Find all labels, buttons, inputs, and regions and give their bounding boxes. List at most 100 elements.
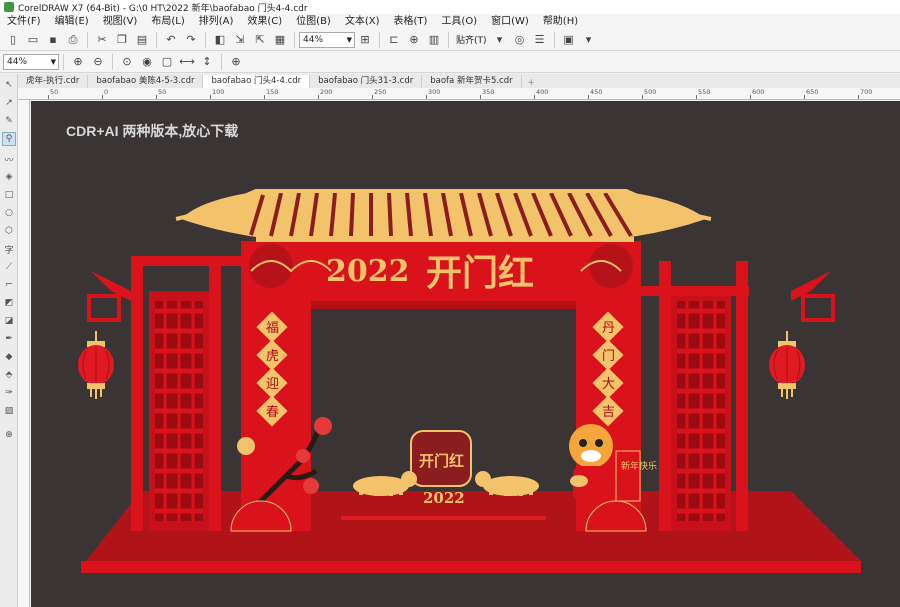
ruler-tick (642, 95, 643, 99)
temple-roof (175, 189, 712, 242)
ruler-label: 150 (266, 88, 279, 96)
new-icon[interactable]: ▯ (4, 31, 22, 49)
menu-help[interactable]: 帮助(H) (536, 14, 585, 29)
paste-icon[interactable]: ▤ (133, 31, 151, 49)
menu-view[interactable]: 视图(V) (96, 14, 145, 29)
menu-effects[interactable]: 效果(C) (240, 14, 289, 29)
interactive-fill-icon[interactable]: ◆ (2, 350, 16, 364)
add-preset-icon[interactable]: ⊕ (227, 53, 245, 71)
menu-tools[interactable]: 工具(O) (434, 14, 484, 29)
badge-text: 开门红 (419, 452, 464, 470)
corel-window: CorelDRAW X7 (64-Bit) - G:\0 HT\2022 新年\… (0, 0, 900, 607)
connector-tool-icon[interactable]: ⌐ (2, 278, 16, 292)
standard-toolbar: ▯ ▭ ▪ ⎙ ✂ ❐ ▤ ↶ ↷ ◧ ⇲ ⇱ ▦ 44% ▼ ⊞ ⊏ ⊕ ▥ … (0, 29, 900, 51)
outline-pen-icon[interactable]: ✑ (2, 386, 16, 400)
zoom-selected-icon[interactable]: ⊙ (118, 53, 136, 71)
add-tool-icon[interactable]: ⊕ (2, 428, 16, 442)
full-screen-icon[interactable]: ⊞ (356, 31, 374, 49)
crop-tool-icon[interactable]: ✎ (2, 114, 16, 128)
couplet-char: 门 (602, 349, 615, 364)
ruler-label: 600 (752, 88, 765, 96)
smart-fill-icon[interactable]: ◈ (2, 170, 16, 184)
import-icon[interactable]: ⇲ (231, 31, 249, 49)
artwork-illustration[interactable]: 2022 开门红 福 虎 迎 春 丹 门 大 吉 开门红 2022 新年快乐 (31, 101, 900, 607)
separator (156, 31, 157, 48)
ruler-tick (804, 95, 805, 99)
zoom-height-icon[interactable]: ↕ (198, 53, 216, 71)
polygon-tool-icon[interactable]: ⬡ (2, 224, 16, 238)
show-rulers-icon[interactable]: ⊏ (385, 31, 403, 49)
menu-layout[interactable]: 布局(L) (144, 14, 191, 29)
separator (112, 53, 113, 70)
freehand-tool-icon[interactable]: 〰 (2, 152, 16, 166)
open-icon[interactable]: ▭ (24, 31, 42, 49)
tab-document[interactable]: baofa 新年贺卡5.cdr (422, 75, 522, 88)
ruler-tick (210, 95, 211, 99)
vertical-ruler[interactable] (18, 100, 30, 607)
ruler-label: 50 (50, 88, 59, 96)
badge-year: 2022 (423, 489, 465, 507)
tab-document[interactable]: 虎年-执行.cdr (18, 75, 89, 88)
chevron-down-icon[interactable]: ▾ (580, 31, 598, 49)
export-icon[interactable]: ⇱ (251, 31, 269, 49)
search-content-icon[interactable]: ◧ (211, 31, 229, 49)
horizontal-ruler[interactable]: 50 0 50 100 150 200 250 300 350 400 450 500 550 600 65… (18, 88, 900, 100)
tab-document-active[interactable]: baofabao 门头4-4.cdr (203, 75, 311, 88)
left-wing (87, 256, 241, 531)
smart-fill-tool-icon[interactable]: ⬘ (2, 368, 16, 382)
pick-tool-icon[interactable]: ↖ (2, 78, 16, 92)
menu-table[interactable]: 表格(T) (387, 14, 435, 29)
chevron-down-icon[interactable]: ▾ (491, 31, 509, 49)
show-grid-icon[interactable]: ⊕ (405, 31, 423, 49)
parallel-dimension-icon[interactable]: ⟋ (2, 260, 16, 274)
zoom-level-select[interactable]: 44% ▼ (3, 53, 59, 70)
transparency-tool-icon[interactable]: ◪ (2, 314, 16, 328)
menu-window[interactable]: 窗口(W) (484, 14, 536, 29)
menu-file[interactable]: 文件(F) (0, 14, 48, 29)
cut-icon[interactable]: ✂ (93, 31, 111, 49)
shape-tool-icon[interactable]: ↗ (2, 96, 16, 110)
new-tab-icon[interactable]: + (522, 78, 541, 88)
snap-to-menu[interactable]: 贴齐(T) (453, 33, 490, 46)
separator (205, 31, 206, 48)
menu-arrange[interactable]: 排列(A) (192, 14, 241, 29)
right-wing (639, 261, 835, 531)
couplet-char: 福 (266, 321, 279, 336)
fill-icon[interactable]: ▨ (2, 404, 16, 418)
zoom-width-icon[interactable]: ⟷ (178, 53, 196, 71)
print-icon[interactable]: ⎙ (64, 31, 82, 49)
menu-edit[interactable]: 编辑(E) (48, 14, 96, 29)
text-tool-icon[interactable]: 字 (2, 242, 16, 256)
publish-pdf-icon[interactable]: ▦ (271, 31, 289, 49)
copy-icon[interactable]: ❐ (113, 31, 131, 49)
show-guidelines-icon[interactable]: ▥ (425, 31, 443, 49)
drop-shadow-icon[interactable]: ◩ (2, 296, 16, 310)
redo-icon[interactable]: ↷ (182, 31, 200, 49)
zoom-out-icon[interactable]: ⊖ (89, 53, 107, 71)
ellipse-tool-icon[interactable]: ○ (2, 206, 16, 220)
save-icon[interactable]: ▪ (44, 31, 62, 49)
ruler-label: 350 (482, 88, 495, 96)
app-launcher-icon[interactable]: ☰ (531, 31, 549, 49)
ruler-label: 700 (860, 88, 873, 96)
ruler-tick (264, 95, 265, 99)
zoom-page-icon[interactable]: ▢ (158, 53, 176, 71)
color-eyedropper-icon[interactable]: ✒ (2, 332, 16, 346)
zoom-level-select[interactable]: 44% ▼ (299, 31, 355, 48)
drawing-canvas[interactable]: CDR+AI 两种版本,放心下载 2022 开门红 福 虎 迎 春 丹 门 大 … (31, 101, 900, 607)
rectangle-tool-icon[interactable]: □ (2, 188, 16, 202)
welcome-screen-icon[interactable]: ▣ (560, 31, 578, 49)
window-title: CorelDRAW X7 (64-Bit) - G:\0 HT\2022 新年\… (18, 3, 308, 14)
zoom-in-icon[interactable]: ⊕ (69, 53, 87, 71)
menu-text[interactable]: 文本(X) (338, 14, 387, 29)
zoom-tool-icon[interactable]: ⚲ (2, 132, 16, 146)
tab-document[interactable]: baofabao 美陈4-5-3.cdr (88, 75, 204, 88)
zoom-level-value: 44% (303, 34, 324, 45)
undo-icon[interactable]: ↶ (162, 31, 180, 49)
menu-bitmaps[interactable]: 位图(B) (289, 14, 338, 29)
floor-edge (81, 561, 861, 573)
options-icon[interactable]: ◎ (511, 31, 529, 49)
zoom-all-icon[interactable]: ◉ (138, 53, 156, 71)
ruler-tick (480, 95, 481, 99)
tab-document[interactable]: baofabao 门头31-3.cdr (310, 75, 423, 88)
